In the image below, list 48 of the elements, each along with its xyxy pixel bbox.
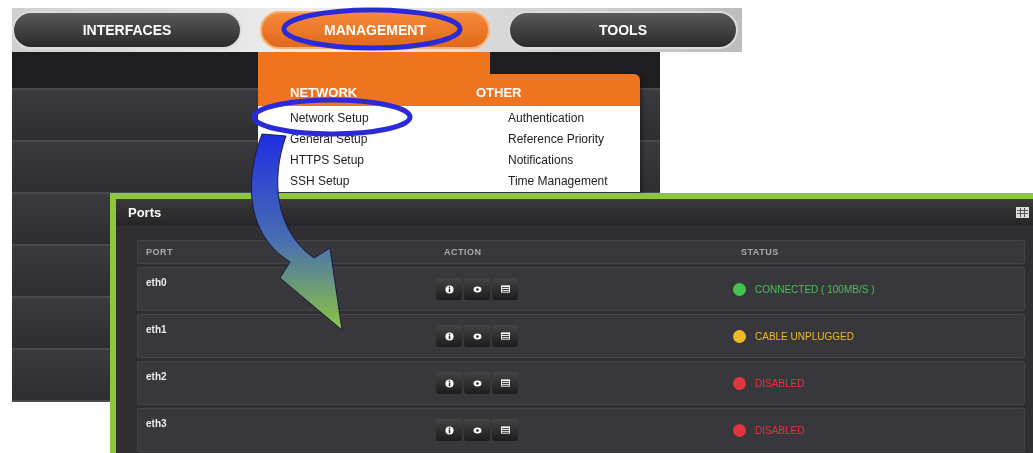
menu-heading: OTHER xyxy=(476,84,523,102)
eye-icon xyxy=(472,426,482,434)
list-icon xyxy=(500,285,510,293)
eye-icon xyxy=(472,285,482,293)
nav-tab[interactable]: INTERFACES xyxy=(12,11,242,49)
status-text: CABLE UNPLUGGED xyxy=(755,330,854,342)
eye-icon xyxy=(472,332,482,340)
column-header: PORT xyxy=(145,247,174,257)
port-name: eth0 xyxy=(145,276,168,290)
status-text: DISABLED xyxy=(755,377,805,389)
list-button[interactable] xyxy=(492,325,518,347)
column-header: ACTION xyxy=(443,247,483,257)
port-name: eth3 xyxy=(145,417,168,431)
eye-icon xyxy=(472,379,482,387)
status-text: CONNECTED ( 100MB/S ) xyxy=(755,283,875,295)
info-button[interactable] xyxy=(436,372,462,394)
menu-item[interactable]: Authentication xyxy=(508,108,640,129)
eye-button[interactable] xyxy=(464,325,490,347)
info-button[interactable] xyxy=(436,325,462,347)
info-icon xyxy=(444,425,454,435)
port-name: eth2 xyxy=(145,370,168,384)
menu-item[interactable]: Time Management xyxy=(508,171,640,192)
menu-item[interactable]: Reference Priority xyxy=(508,129,640,150)
panel-title: Ports xyxy=(128,205,162,220)
menu-item[interactable]: SSH Setup xyxy=(290,171,508,192)
info-icon xyxy=(444,378,454,388)
menu-heading: NETWORK xyxy=(290,84,359,102)
list-button[interactable] xyxy=(492,419,518,441)
column-header: STATUS xyxy=(740,247,780,257)
info-button[interactable] xyxy=(436,419,462,441)
info-icon xyxy=(444,331,454,341)
list-button[interactable] xyxy=(492,278,518,300)
list-button[interactable] xyxy=(492,372,518,394)
menu-item[interactable]: Network Setup xyxy=(290,108,508,129)
list-icon xyxy=(500,379,510,387)
grid-icon[interactable] xyxy=(1016,207,1029,218)
eye-button[interactable] xyxy=(464,419,490,441)
port-name: eth1 xyxy=(145,323,168,337)
nav-tab[interactable]: TOOLS xyxy=(508,11,738,49)
list-icon xyxy=(500,426,510,434)
status-text: DISABLED xyxy=(755,424,805,436)
menu-item[interactable]: HTTPS Setup xyxy=(290,150,508,171)
eye-button[interactable] xyxy=(464,278,490,300)
info-icon xyxy=(444,284,454,294)
list-icon xyxy=(500,332,510,340)
eye-button[interactable] xyxy=(464,372,490,394)
info-button[interactable] xyxy=(436,278,462,300)
menu-item[interactable]: Notifications xyxy=(508,150,640,171)
